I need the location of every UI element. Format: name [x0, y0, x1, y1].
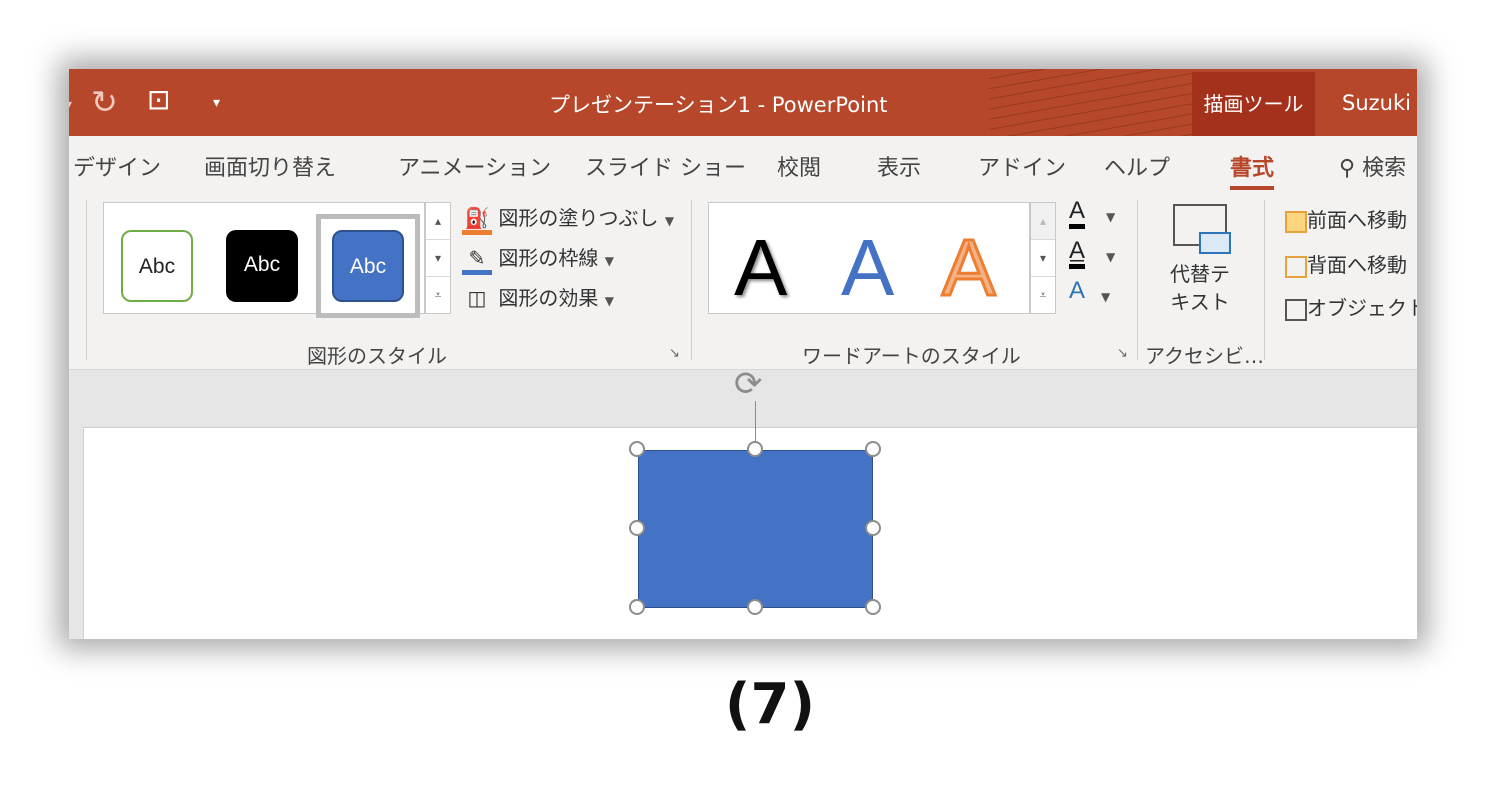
search-label: 検索 [1362, 156, 1407, 181]
bring-forward-icon [1285, 210, 1307, 233]
chevron-down-icon: ▼ [604, 294, 614, 308]
ribbon: Abc Abc Abc ▴ ▾ ⩡ ⛽ 図形の塗りつぶし ▼ ✎ 図形の枠線 ▼… [69, 194, 1417, 370]
resize-handle-top[interactable] [747, 441, 763, 457]
tab-design[interactable]: デザイン [73, 150, 161, 182]
resize-handle-bottom-right[interactable] [865, 599, 881, 615]
tab-format[interactable]: 書式 [1230, 150, 1275, 190]
paint-bucket-icon: ⛽ [462, 206, 492, 235]
resize-handle-bottom[interactable] [747, 599, 763, 615]
send-backward-icon [1285, 255, 1307, 278]
wordart-black[interactable]: A [734, 223, 787, 313]
shape-outline-button[interactable]: ✎ 図形の枠線 ▼ [462, 242, 614, 275]
shape-effects-icon: ◫ [467, 286, 487, 310]
chevron-down-icon[interactable]: ▼ [1101, 290, 1110, 304]
shape-effects-button[interactable]: ◫ 図形の効果 ▼ [462, 282, 614, 311]
group-divider [1264, 200, 1265, 360]
alt-text-button[interactable]: 代替テ キスト [1164, 204, 1236, 332]
tab-addins[interactable]: アドイン [978, 150, 1066, 182]
send-backward-button[interactable]: 背面へ移動 [1285, 249, 1407, 278]
group-divider [86, 200, 87, 360]
dialog-launcher-icon[interactable]: ↘ [669, 346, 680, 361]
chevron-down-icon: ▼ [604, 254, 614, 268]
gallery-down-icon[interactable]: ▾ [1031, 240, 1055, 277]
resize-handle-bottom-left[interactable] [629, 599, 645, 615]
pencil-icon: ✎ [462, 246, 492, 275]
gallery-up-icon[interactable]: ▴ [426, 203, 450, 240]
selection-pane-icon [1285, 298, 1307, 321]
rotate-handle-icon[interactable]: ⟳ [734, 367, 763, 401]
tab-review[interactable]: 校閲 [777, 150, 821, 182]
customize-qat-icon[interactable]: ▾ [213, 95, 220, 111]
wordart-group-label: ワードアートのスタイル [802, 344, 1021, 368]
user-name[interactable]: Suzuki [1342, 91, 1411, 115]
start-slideshow-icon[interactable]: ⊡ [147, 83, 170, 116]
text-outline-icon[interactable]: A̲ [1069, 238, 1086, 269]
dialog-launcher-icon[interactable]: ↘ [1117, 346, 1128, 361]
text-effects-icon[interactable]: A [1069, 278, 1085, 304]
selection-pane-button[interactable]: オブジェクト [1285, 292, 1417, 321]
shape-style-outline-green[interactable]: Abc [121, 230, 193, 302]
group-divider [1137, 200, 1138, 360]
step-caption: (7) [724, 672, 816, 737]
resize-handle-top-right[interactable] [865, 441, 881, 457]
bring-forward-button[interactable]: 前面へ移動 [1285, 204, 1407, 233]
powerpoint-window: ▾ ↻ ⊡ ▾ プレゼンテーション1 - PowerPoint 描画ツール Su… [69, 69, 1417, 639]
search-icon: ⚲ [1339, 156, 1356, 181]
tab-help[interactable]: ヘルプ [1104, 150, 1170, 182]
shape-fill-button[interactable]: ⛽ 図形の塗りつぶし ▼ [462, 202, 674, 235]
resize-handle-top-left[interactable] [629, 441, 645, 457]
tab-transitions[interactable]: 画面切り替え [204, 150, 336, 182]
chevron-down-icon[interactable]: ▼ [1106, 210, 1115, 224]
title-bar: ▾ ↻ ⊡ ▾ プレゼンテーション1 - PowerPoint 描画ツール Su… [69, 69, 1417, 136]
wordart-gallery: A A A [708, 202, 1030, 314]
gallery-down-icon[interactable]: ▾ [426, 240, 450, 277]
accessibility-group-label: アクセシビ… [1145, 344, 1264, 368]
shape-styles-scroll: ▴ ▾ ⩡ [425, 202, 451, 314]
wordart-scroll: ▴ ▾ ⩡ [1030, 202, 1056, 314]
search-box[interactable]: ⚲ 検索 [1339, 150, 1406, 182]
gallery-up-icon[interactable]: ▴ [1031, 203, 1055, 240]
resize-handle-left[interactable] [629, 520, 645, 536]
wordart-blue[interactable]: A [841, 223, 894, 313]
window-title: プレゼンテーション1 - PowerPoint [549, 93, 888, 117]
tab-slideshow[interactable]: スライド ショー [585, 150, 746, 182]
shape-style-solid-blue[interactable]: Abc [332, 230, 404, 302]
group-divider [691, 200, 692, 360]
tab-view[interactable]: 表示 [877, 150, 921, 182]
text-fill-icon[interactable]: A [1069, 198, 1086, 229]
redo-icon[interactable]: ↻ [91, 83, 118, 121]
chevron-down-icon[interactable]: ▼ [1106, 250, 1115, 264]
chevron-down-icon: ▼ [664, 214, 675, 228]
resize-handle-right[interactable] [865, 520, 881, 536]
shape-styles-group-label: 図形のスタイル [307, 344, 447, 368]
shape-style-solid-black[interactable]: Abc [226, 230, 298, 302]
drawing-tools-context-label: 描画ツール [1192, 72, 1315, 136]
gallery-more-icon[interactable]: ⩡ [426, 277, 450, 313]
title-bar-texture [989, 69, 1199, 136]
alt-text-icon [1173, 204, 1231, 254]
ribbon-tabs: デザイン 画面切り替え アニメーション スライド ショー 校閲 表示 アドイン … [69, 136, 1417, 194]
selected-rectangle-shape[interactable] [638, 450, 873, 608]
alt-text-label: 代替テ キスト [1170, 262, 1230, 314]
shape-styles-gallery: Abc Abc Abc [103, 202, 425, 318]
gallery-more-icon[interactable]: ⩡ [1031, 277, 1055, 313]
tab-animations[interactable]: アニメーション [398, 150, 551, 182]
wordart-orange-outline[interactable]: A [940, 222, 996, 314]
qat-dropdown-arrow-icon[interactable]: ▾ [69, 97, 72, 113]
